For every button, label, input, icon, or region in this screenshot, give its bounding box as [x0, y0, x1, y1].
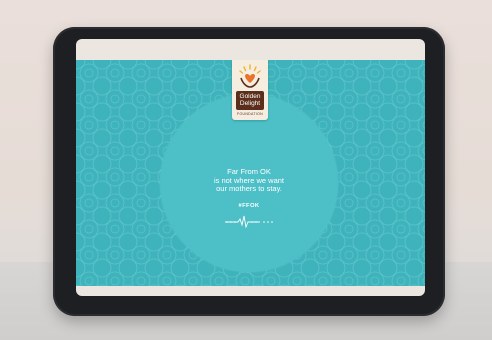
heartbeat-icon [225, 215, 273, 228]
hashtag: #FFOK [238, 203, 260, 209]
campaign-banner: Golden Delight FOUNDATION Far From OK is… [76, 60, 425, 286]
sun-icon [239, 64, 261, 88]
golden-delight-logo: Golden Delight FOUNDATION [232, 60, 268, 120]
heart-icon [245, 74, 255, 83]
tablet-screen: Golden Delight FOUNDATION Far From OK is… [76, 39, 425, 296]
campaign-message: Far From OK is not where we want our mot… [160, 167, 338, 194]
brand-sub: FOUNDATION [237, 112, 263, 116]
message-line-3: our mothers to stay. [216, 184, 282, 193]
brand-name: Golden Delight [236, 91, 264, 110]
brand-line-2: Delight [239, 100, 261, 107]
brand-line-1: Golden [239, 93, 261, 100]
